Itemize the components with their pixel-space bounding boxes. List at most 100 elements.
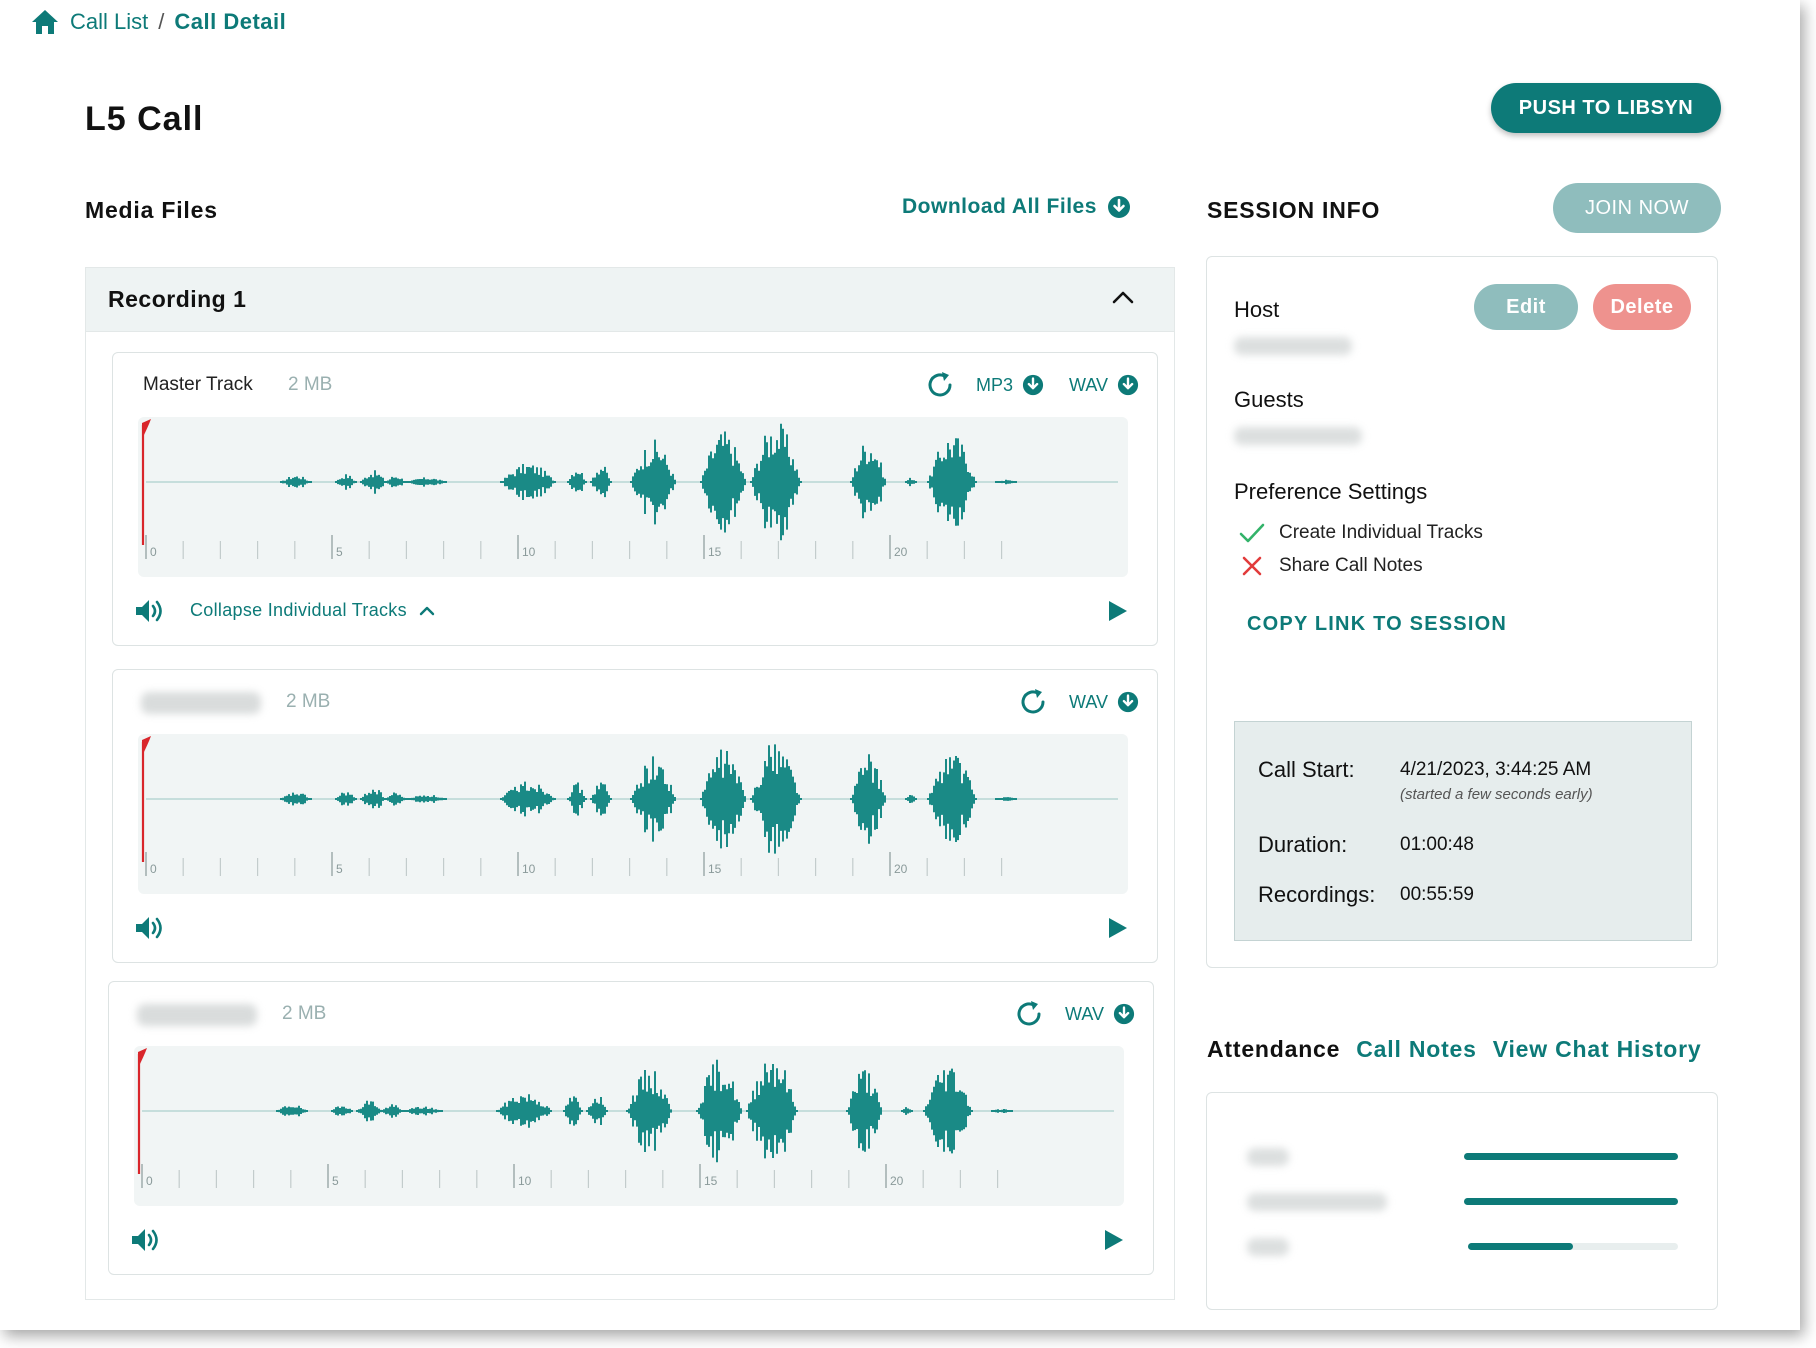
page-title: L5 Call xyxy=(85,100,204,138)
track-name-redacted xyxy=(137,1004,257,1026)
track-card: 2 MB WAV 0 5 10 15 20 xyxy=(112,669,1158,963)
tab-view-chat-history[interactable]: View Chat History xyxy=(1493,1036,1702,1063)
session-info-panel: Host Edit Delete Guests Preference Setti… xyxy=(1206,256,1718,968)
timeline-label: 10 xyxy=(518,1174,532,1188)
waveform-graphic: 0 5 10 15 20 xyxy=(141,419,1118,559)
wav-download-label[interactable]: WAV xyxy=(1069,375,1108,396)
attendance-bar xyxy=(1464,1198,1678,1205)
tab-call-notes[interactable]: Call Notes xyxy=(1356,1036,1476,1063)
download-icon[interactable] xyxy=(1113,1003,1135,1025)
breadcrumb: Call List / Call Detail xyxy=(30,8,286,36)
x-icon xyxy=(1242,556,1262,576)
play-icon[interactable] xyxy=(1107,599,1129,623)
play-icon[interactable] xyxy=(1103,1228,1125,1252)
breadcrumb-call-list[interactable]: Call List xyxy=(70,9,148,35)
timeline-label: 10 xyxy=(522,862,536,876)
media-files-heading: Media Files xyxy=(85,197,218,223)
attendee-name-redacted xyxy=(1247,1238,1289,1256)
guest-name-redacted xyxy=(1234,427,1362,445)
attendance-bar-fill xyxy=(1464,1198,1678,1205)
play-icon[interactable] xyxy=(1107,916,1129,940)
waveform-graphic: 0 5 10 15 20 xyxy=(141,736,1118,876)
download-icon[interactable] xyxy=(1022,374,1044,396)
playhead-handle xyxy=(138,1048,147,1068)
download-all-files-link[interactable]: Download All Files xyxy=(902,195,1131,219)
copy-link-to-session-button[interactable]: COPY LINK TO SESSION xyxy=(1247,613,1507,636)
wav-download-label[interactable]: WAV xyxy=(1065,1004,1104,1025)
track-card: Master Track 2 MB MP3 WAV 0 5 10 15 20 C… xyxy=(112,352,1158,646)
collapse-individual-tracks-link[interactable]: Collapse Individual Tracks xyxy=(190,600,435,621)
timeline-label: 10 xyxy=(522,545,536,559)
download-all-label: Download All Files xyxy=(902,195,1097,218)
pref-label: Share Call Notes xyxy=(1279,555,1423,576)
duration-value: 01:00:48 xyxy=(1400,834,1474,855)
track-format-controls: MP3 WAV xyxy=(925,370,1139,400)
download-icon[interactable] xyxy=(1117,374,1139,396)
recording-panel: Recording 1 Master Track 2 MB MP3 WAV 0 5… xyxy=(85,267,1175,1300)
breadcrumb-call-detail: Call Detail xyxy=(174,9,287,34)
timeline-label: 0 xyxy=(150,545,157,559)
volume-icon[interactable] xyxy=(133,914,165,942)
track-name-redacted xyxy=(141,692,261,714)
track-format-controls: WAV xyxy=(1018,687,1139,717)
track-size: 2 MB xyxy=(286,691,331,712)
join-now-button[interactable]: JOIN NOW xyxy=(1553,183,1721,233)
track-name: Master Track xyxy=(143,374,253,395)
timeline-label: 20 xyxy=(894,862,908,876)
download-icon xyxy=(1107,196,1130,218)
tab-attendance[interactable]: Attendance xyxy=(1207,1036,1340,1063)
playhead-handle xyxy=(142,736,151,756)
collapse-label: Collapse Individual Tracks xyxy=(190,600,407,620)
breadcrumb-separator: / xyxy=(158,9,165,34)
refresh-icon[interactable] xyxy=(1018,687,1048,717)
wav-download-label[interactable]: WAV xyxy=(1069,692,1108,713)
track-format-controls: WAV xyxy=(1014,999,1135,1029)
edit-button[interactable]: Edit xyxy=(1474,284,1578,330)
timeline-label: 15 xyxy=(708,862,722,876)
download-icon[interactable] xyxy=(1117,691,1139,713)
session-info-heading: SESSION INFO xyxy=(1207,197,1381,223)
track-size: 2 MB xyxy=(282,1003,327,1024)
volume-icon[interactable] xyxy=(129,1226,161,1254)
host-name-redacted xyxy=(1234,337,1352,355)
attendee-name-redacted xyxy=(1247,1148,1289,1166)
refresh-icon[interactable] xyxy=(925,370,955,400)
call-start-value: 4/21/2023, 3:44:25 AM xyxy=(1400,759,1592,780)
timeline-label: 5 xyxy=(336,545,343,559)
recordings-value: 00:55:59 xyxy=(1400,884,1474,905)
waveform[interactable]: 0 5 10 15 20 xyxy=(138,417,1128,577)
timeline-label: 5 xyxy=(336,862,343,876)
pref-create-individual-tracks: Create Individual Tracks xyxy=(1239,522,1483,544)
pref-label: Create Individual Tracks xyxy=(1279,522,1483,543)
call-start-note: (started a few seconds early) xyxy=(1400,786,1593,803)
timeline-label: 20 xyxy=(894,545,908,559)
chevron-up-icon[interactable] xyxy=(1112,290,1134,304)
preference-settings-heading: Preference Settings xyxy=(1234,479,1428,504)
duration-label: Duration: xyxy=(1258,832,1348,857)
waveform[interactable]: 0 5 10 15 20 xyxy=(134,1046,1124,1206)
attendance-bar xyxy=(1464,1153,1678,1160)
waveform[interactable]: 0 5 10 15 20 xyxy=(138,734,1128,894)
recording-title: Recording 1 xyxy=(108,286,247,312)
track-card: 2 MB WAV 0 5 10 15 20 xyxy=(108,981,1154,1275)
attendance-bar xyxy=(1468,1243,1678,1250)
home-icon[interactable] xyxy=(30,8,60,36)
attendee-name-redacted xyxy=(1247,1193,1387,1211)
host-label: Host xyxy=(1234,297,1280,322)
refresh-icon[interactable] xyxy=(1014,999,1044,1029)
push-to-libsyn-button[interactable]: PUSH TO LIBSYN xyxy=(1491,83,1721,133)
pref-share-call-notes: Share Call Notes xyxy=(1239,555,1423,577)
attendance-panel xyxy=(1206,1092,1718,1310)
guests-label: Guests xyxy=(1234,387,1304,412)
call-start-label: Call Start: xyxy=(1258,757,1355,782)
attendance-tabs: Attendance Call Notes View Chat History xyxy=(1207,1036,1701,1063)
timeline-label: 15 xyxy=(704,1174,718,1188)
timeline-label: 20 xyxy=(890,1174,904,1188)
chevron-up-icon xyxy=(419,606,435,615)
call-summary-box: Call Start: 4/21/2023, 3:44:25 AM (start… xyxy=(1234,721,1692,941)
mp3-download-label[interactable]: MP3 xyxy=(976,375,1013,396)
delete-button[interactable]: Delete xyxy=(1593,284,1691,330)
recording-header[interactable]: Recording 1 xyxy=(86,268,1174,332)
timeline-label: 5 xyxy=(332,1174,339,1188)
volume-icon[interactable] xyxy=(133,597,165,625)
